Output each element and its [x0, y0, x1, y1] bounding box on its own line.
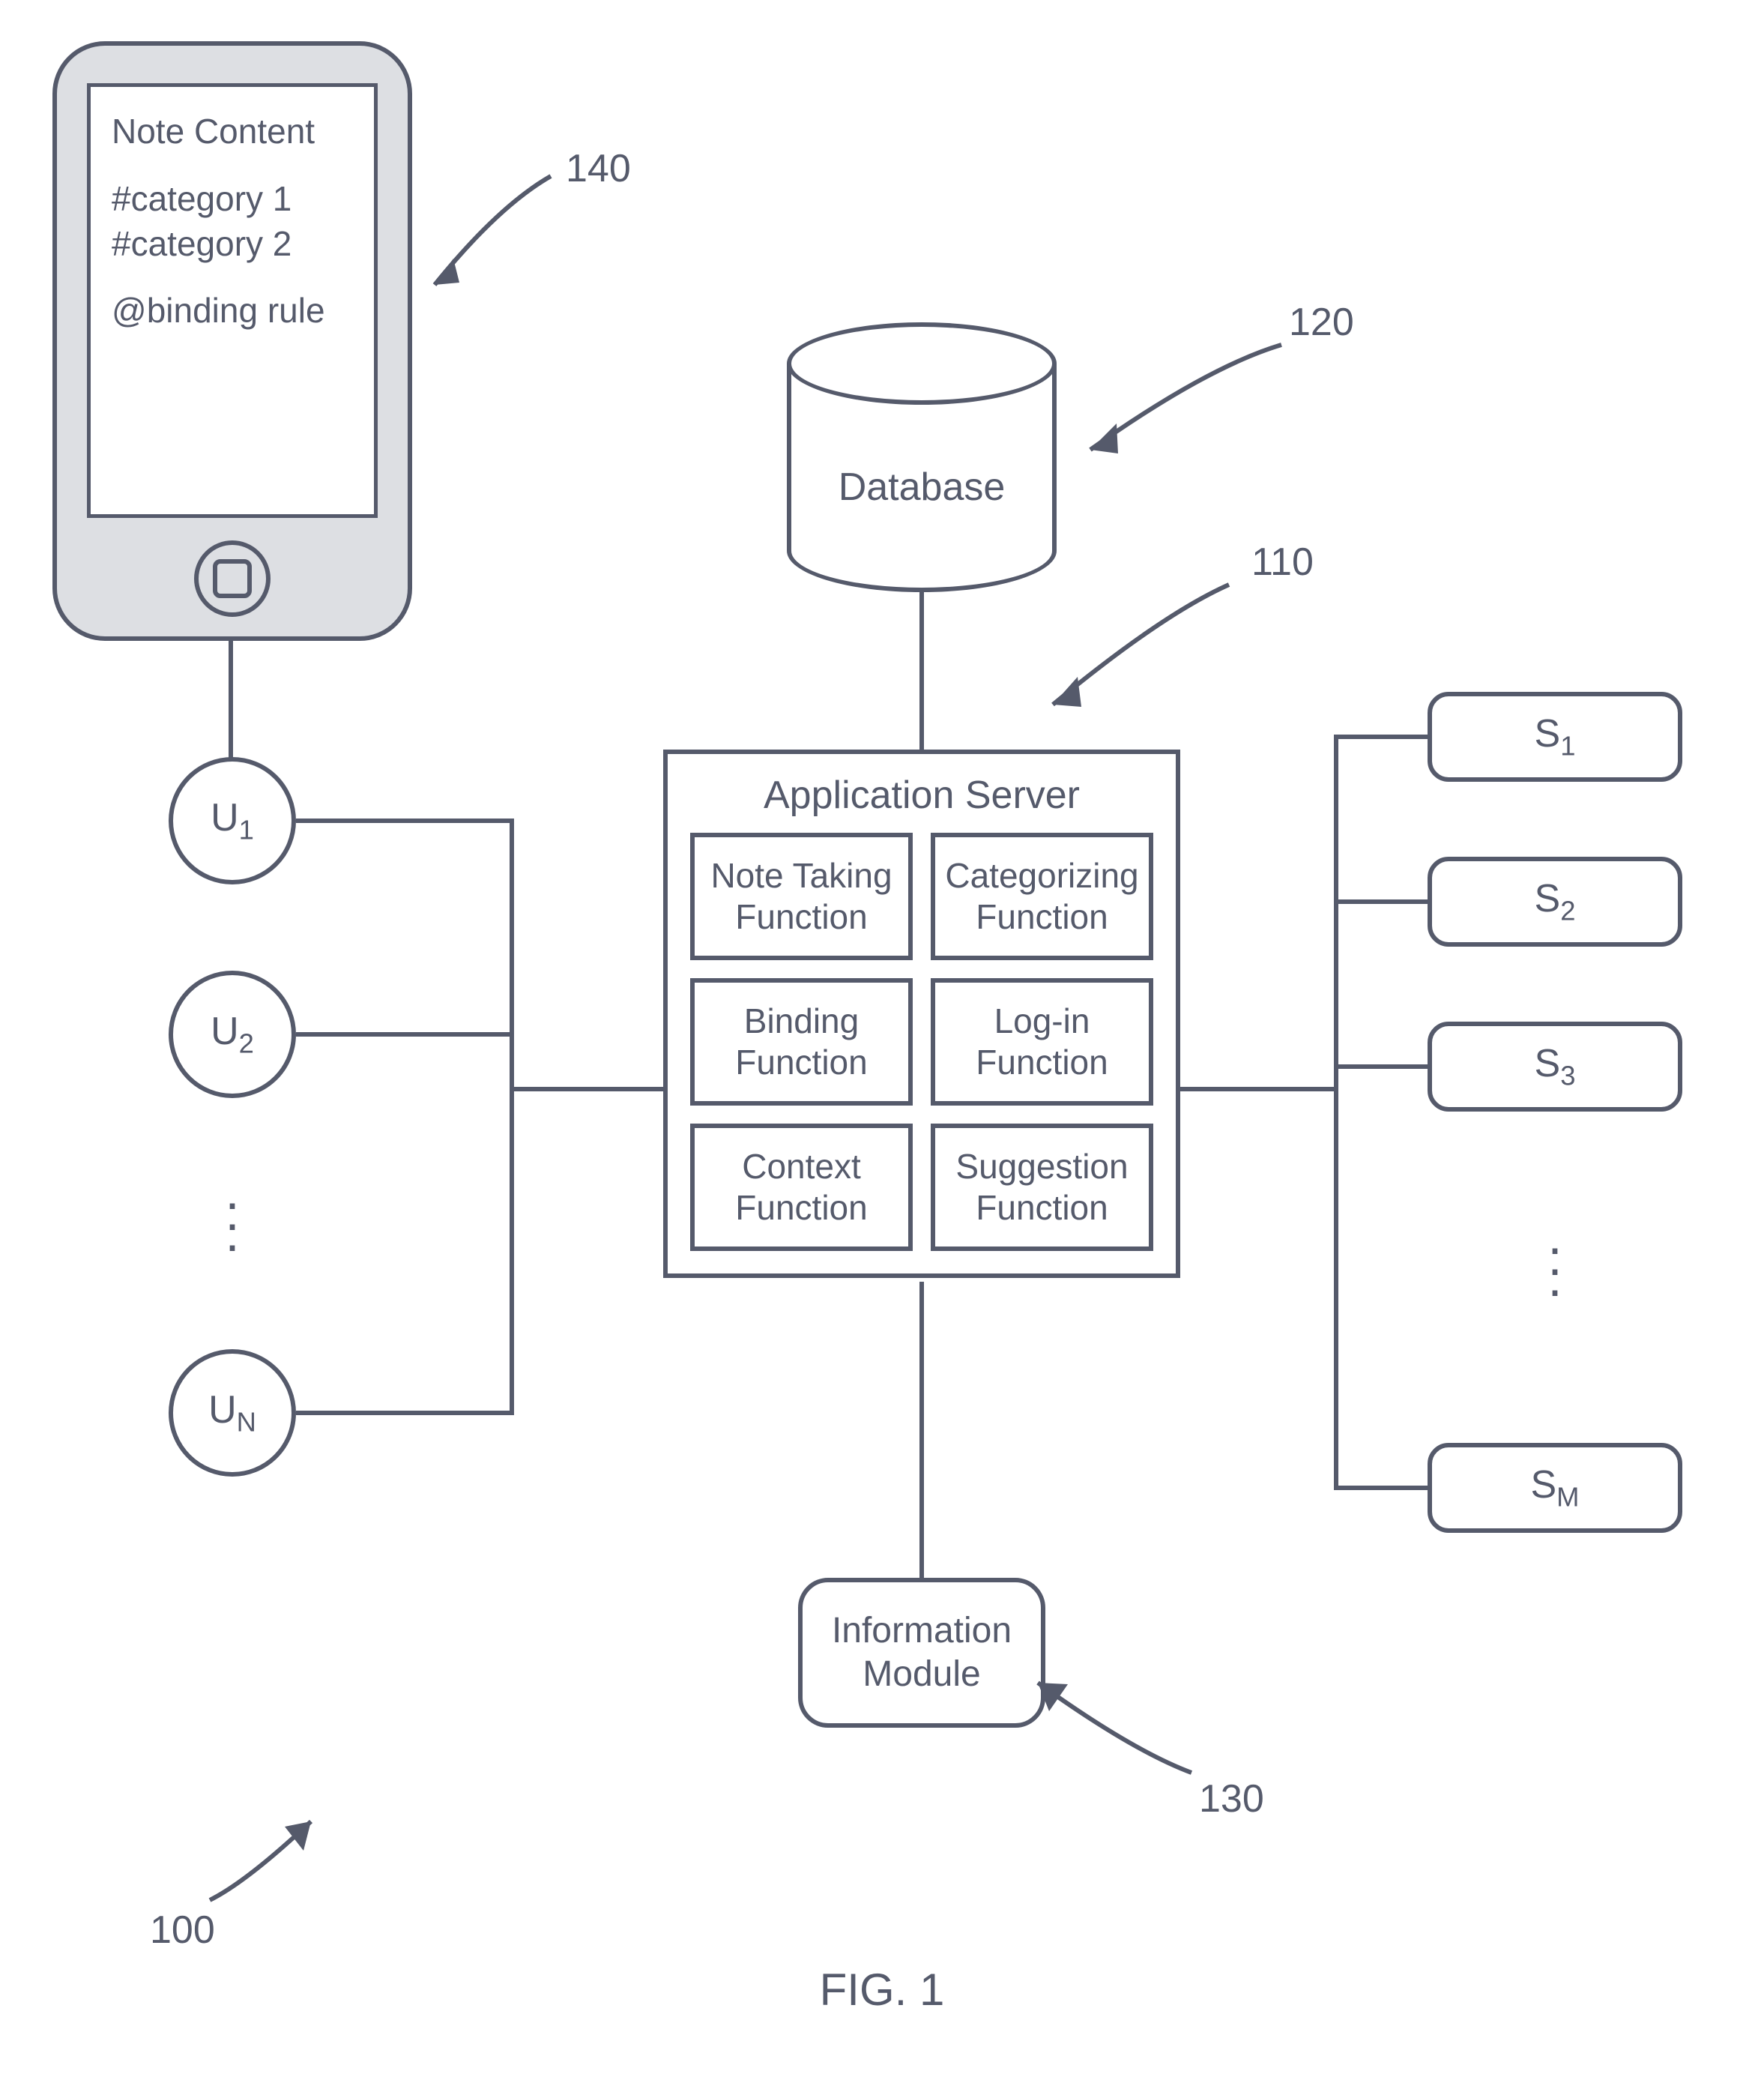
sm-letter: S	[1530, 1463, 1556, 1507]
u1-letter: U	[211, 796, 239, 839]
binding-function: Binding Function	[690, 978, 913, 1106]
service-s2: S2	[1428, 857, 1682, 947]
log-in-function: Log-in Function	[931, 978, 1153, 1106]
user-u1: U1	[169, 757, 296, 884]
info-module-label: Information Module	[803, 1609, 1041, 1695]
categorizing-function: Categorizing Function	[931, 833, 1153, 960]
s2-letter: S	[1535, 877, 1561, 920]
user-un: UN	[169, 1349, 296, 1477]
suggestion-function: Suggestion Function	[931, 1124, 1153, 1251]
s1-sub: 1	[1560, 731, 1575, 762]
ref-120: 120	[1289, 300, 1354, 345]
user-u2: U2	[169, 971, 296, 1098]
ref-100: 100	[150, 1908, 215, 1953]
database-label: Database	[787, 465, 1057, 510]
information-module: Information Module	[798, 1578, 1045, 1728]
u1-sub: 1	[239, 815, 254, 845]
ref-140: 140	[566, 146, 631, 191]
s1-letter: S	[1535, 712, 1561, 756]
phone-home-button-icon	[213, 559, 252, 598]
category-1-label: #category 1	[112, 177, 353, 222]
u2-letter: U	[211, 1010, 239, 1053]
context-function: Context Function	[690, 1124, 913, 1251]
callout-arrow-110	[1034, 577, 1244, 727]
ref-130: 130	[1199, 1776, 1264, 1821]
server-title: Application Server	[690, 773, 1153, 818]
service-sm: SM	[1428, 1443, 1682, 1533]
callout-arrow-130	[1019, 1668, 1206, 1788]
diagram-canvas: Note Content #category 1 #category 2 @bi…	[0, 0, 1764, 2077]
note-taking-function: Note Taking Function	[690, 833, 913, 960]
figure-label: FIG. 1	[0, 1964, 1764, 2016]
category-2-label: #category 2	[112, 222, 353, 267]
callout-arrow-100	[202, 1810, 322, 1908]
service-s3: S3	[1428, 1022, 1682, 1112]
service-s1: S1	[1428, 692, 1682, 782]
s3-sub: 3	[1560, 1061, 1575, 1091]
database-cylinder	[787, 322, 1057, 592]
phone-device: Note Content #category 1 #category 2 @bi…	[52, 41, 412, 641]
callout-arrow-120	[1072, 337, 1296, 472]
application-server: Application Server Note Taking Function …	[663, 750, 1180, 1278]
phone-home-button	[194, 540, 271, 617]
s3-letter: S	[1535, 1042, 1561, 1085]
phone-screen: Note Content #category 1 #category 2 @bi…	[87, 83, 378, 518]
un-letter: U	[208, 1388, 237, 1432]
callout-arrow-140	[416, 169, 566, 319]
services-ellipsis: ···	[1540, 1237, 1570, 1300]
u2-sub: 2	[239, 1028, 254, 1059]
sm-sub: M	[1556, 1482, 1579, 1513]
ref-110: 110	[1251, 540, 1314, 585]
un-sub: N	[237, 1407, 256, 1438]
users-ellipsis: ···	[217, 1192, 247, 1255]
s2-sub: 2	[1560, 896, 1575, 926]
note-content-label: Note Content	[112, 109, 353, 154]
binding-rule-label: @binding rule	[112, 289, 353, 334]
